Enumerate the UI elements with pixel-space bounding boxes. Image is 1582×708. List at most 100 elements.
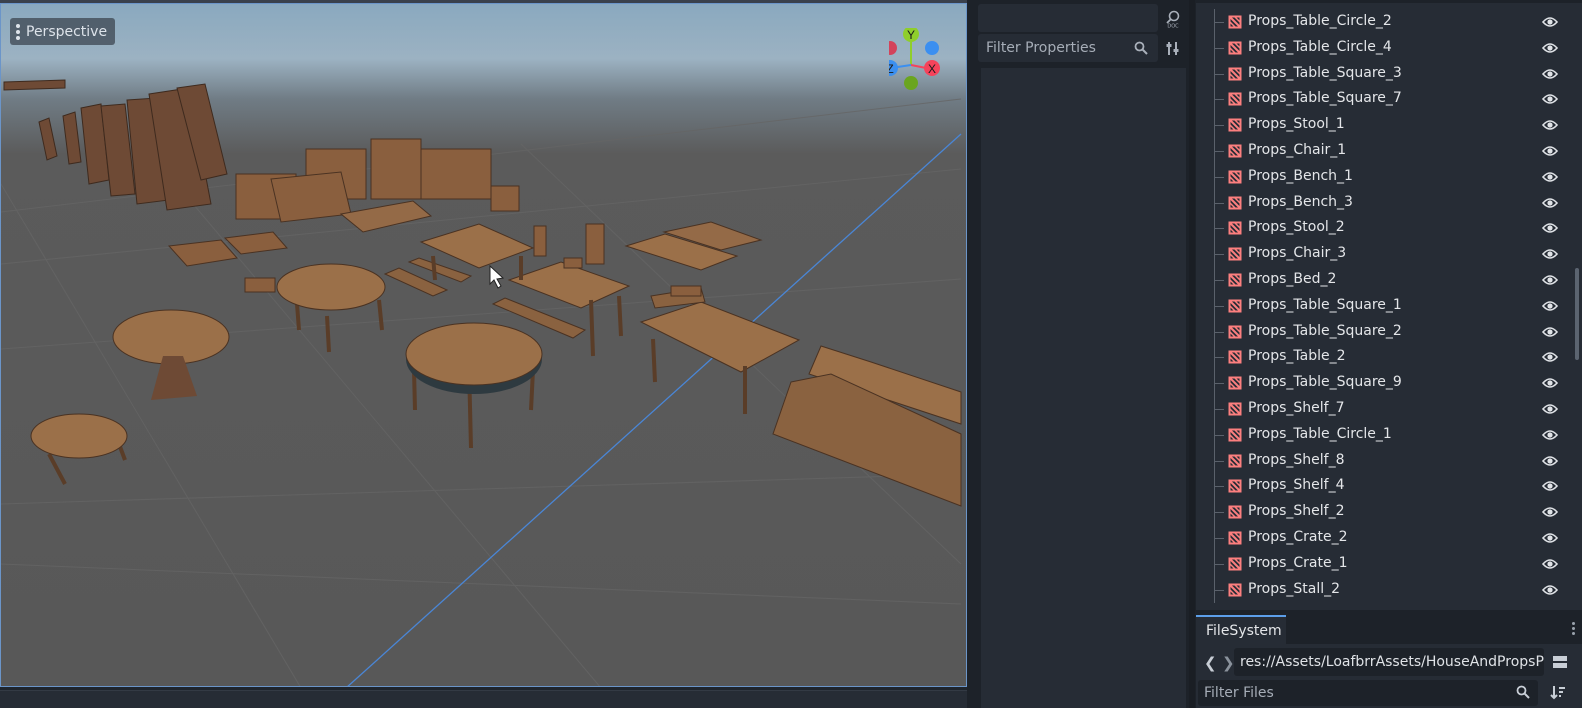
scene-tree-item[interactable]: Props_Table_Square_9 [1196,370,1571,396]
sort-icon[interactable] [1550,684,1566,700]
documentation-icon[interactable]: DOC [1165,10,1181,28]
eye-icon[interactable] [1542,221,1558,235]
filter-properties-input[interactable]: Filter Properties [978,34,1158,62]
scene-tree-item[interactable]: Props_Chair_3 [1196,241,1571,267]
mesh-instance-icon [1228,118,1242,132]
eye-icon[interactable] [1542,531,1558,545]
viewport-bottom-bar [0,690,967,708]
filter-files-input[interactable]: Filter Files [1198,680,1538,706]
viewport-3d[interactable]: Perspective Y X Z [0,0,967,708]
scene-tree-item[interactable]: Props_Table_Square_1 [1196,293,1571,319]
scene-tree-item[interactable]: Props_Crate_1 [1196,551,1571,577]
tree-branch-line [1214,22,1224,23]
eye-icon[interactable] [1542,15,1558,29]
scene-tree-scrollbar[interactable] [1575,268,1579,360]
scene-tree-item[interactable]: Props_Table_Square_7 [1196,86,1571,112]
eye-icon[interactable] [1542,92,1558,106]
scene-tree-item[interactable]: Props_Chair_1 [1196,138,1571,164]
dock-menu-icon[interactable] [1572,622,1576,635]
eye-icon[interactable] [1542,350,1558,364]
scene-tree-item[interactable]: Props_Shelf_7 [1196,396,1571,422]
mesh-instance-icon [1228,505,1242,519]
scene-tree-item-label: Props_Table_Square_9 [1248,374,1402,390]
eye-icon[interactable] [1542,273,1558,287]
scene-tree-item[interactable]: Props_Shelf_8 [1196,448,1571,474]
scene-tree-item-label: Props_Shelf_8 [1248,452,1345,468]
mesh-instance-icon [1228,67,1242,81]
chevron-right-icon[interactable]: ❯ [1222,654,1235,672]
scene-tree-item[interactable]: Props_Table_2 [1196,344,1571,370]
eye-icon[interactable] [1542,118,1558,132]
mesh-instance-icon [1228,583,1242,597]
scene-tree-item-label: Props_Table_Square_1 [1248,297,1402,313]
scene-tree-item[interactable]: Props_Stool_1 [1196,112,1571,138]
perspective-menu-button[interactable]: Perspective [10,18,116,45]
eye-icon[interactable] [1542,144,1558,158]
inspector-object-field[interactable] [978,4,1158,32]
eye-icon[interactable] [1542,402,1558,416]
scene-tree-item-label: Props_Table_Circle_4 [1248,39,1392,55]
eye-icon[interactable] [1542,325,1558,339]
eye-icon[interactable] [1542,454,1558,468]
axis-y-label: Y [907,28,915,42]
mesh-instance-icon [1228,92,1242,106]
eye-icon[interactable] [1542,583,1558,597]
eye-icon[interactable] [1542,557,1558,571]
scene-tree-item[interactable]: Props_Table_Square_3 [1196,61,1571,87]
eye-icon[interactable] [1542,67,1558,81]
scene-tree-item[interactable]: Props_Table_Circle_2 [1196,9,1571,35]
tree-branch-line [1214,332,1224,333]
scene-tree-item-label: Props_Chair_3 [1248,245,1347,261]
eye-icon[interactable] [1542,479,1558,493]
scene-tree-item-label: Props_Stool_2 [1248,219,1345,235]
viewport-canvas[interactable]: Perspective Y X Z [0,3,967,687]
mesh-instance-icon [1228,247,1242,261]
axis-neg-y-handle[interactable] [904,76,918,90]
layout-toggle-icon[interactable] [1552,654,1568,670]
eye-icon[interactable] [1542,41,1558,55]
tree-branch-line [1214,357,1224,358]
eye-icon[interactable] [1542,247,1558,261]
scene-tree-item-label: Props_Shelf_4 [1248,477,1345,493]
tree-branch-line [1214,74,1224,75]
scene-tree-item[interactable]: Props_Shelf_2 [1196,499,1571,525]
scene-tree-item[interactable]: Props_Bench_1 [1196,164,1571,190]
axis-neg-x-handle[interactable] [889,41,897,55]
eye-icon[interactable] [1542,376,1558,390]
scene-tree-item[interactable]: Props_Shelf_4 [1196,473,1571,499]
kebab-menu-icon [16,23,20,40]
filesystem-path-field[interactable]: res://Assets/LoafbrrAssets/HouseAndProps… [1234,648,1544,676]
scene-tree-item-label: Props_Table_Square_7 [1248,90,1402,106]
mesh-instance-icon [1228,454,1242,468]
scene-tree-item[interactable]: Props_Table_Circle_1 [1196,422,1571,448]
scene-tree-item[interactable]: Props_Stool_2 [1196,215,1571,241]
search-icon [1516,685,1530,699]
tab-filesystem[interactable]: FileSystem [1196,615,1286,644]
tree-branch-line [1214,461,1224,462]
svg-text:DOC: DOC [1167,24,1179,29]
axis-neg-z-handle[interactable] [925,41,939,55]
scene-tree-item[interactable]: Props_Stall_2 [1196,577,1571,603]
dock-separator[interactable] [1189,0,1195,708]
property-tools-icon[interactable] [1165,40,1181,56]
scene-tree-item[interactable]: Props_Bed_2 [1196,267,1571,293]
scene-tree-item-label: Props_Shelf_7 [1248,400,1345,416]
orientation-gizmo[interactable]: Y X Z [889,28,957,94]
scene-tree-item[interactable]: Props_Crate_2 [1196,525,1571,551]
eye-icon[interactable] [1542,196,1558,210]
scene-tree-item[interactable]: Props_Table_Circle_4 [1196,35,1571,61]
scene-tree-item-label: Props_Bed_2 [1248,271,1337,287]
eye-icon[interactable] [1542,505,1558,519]
eye-icon[interactable] [1542,428,1558,442]
scene-tree-item[interactable]: Props_Bench_3 [1196,190,1571,216]
eye-icon[interactable] [1542,299,1558,313]
eye-icon[interactable] [1542,170,1558,184]
filesystem-dock: FileSystem ❮ ❯ res://Assets/LoafbrrAsset… [1196,612,1582,708]
scene-tree-item-label: Props_Table_2 [1248,348,1346,364]
chevron-left-icon[interactable]: ❮ [1204,654,1217,672]
scene-tree-panel[interactable]: Props_Table_Circle_2 Props_Table_Circle_4… [1196,0,1582,610]
tree-branch-line [1214,125,1224,126]
tree-branch-line [1214,512,1224,513]
scene-tree-item[interactable]: Props_Table_Square_2 [1196,319,1571,345]
scene-render [1,79,962,686]
